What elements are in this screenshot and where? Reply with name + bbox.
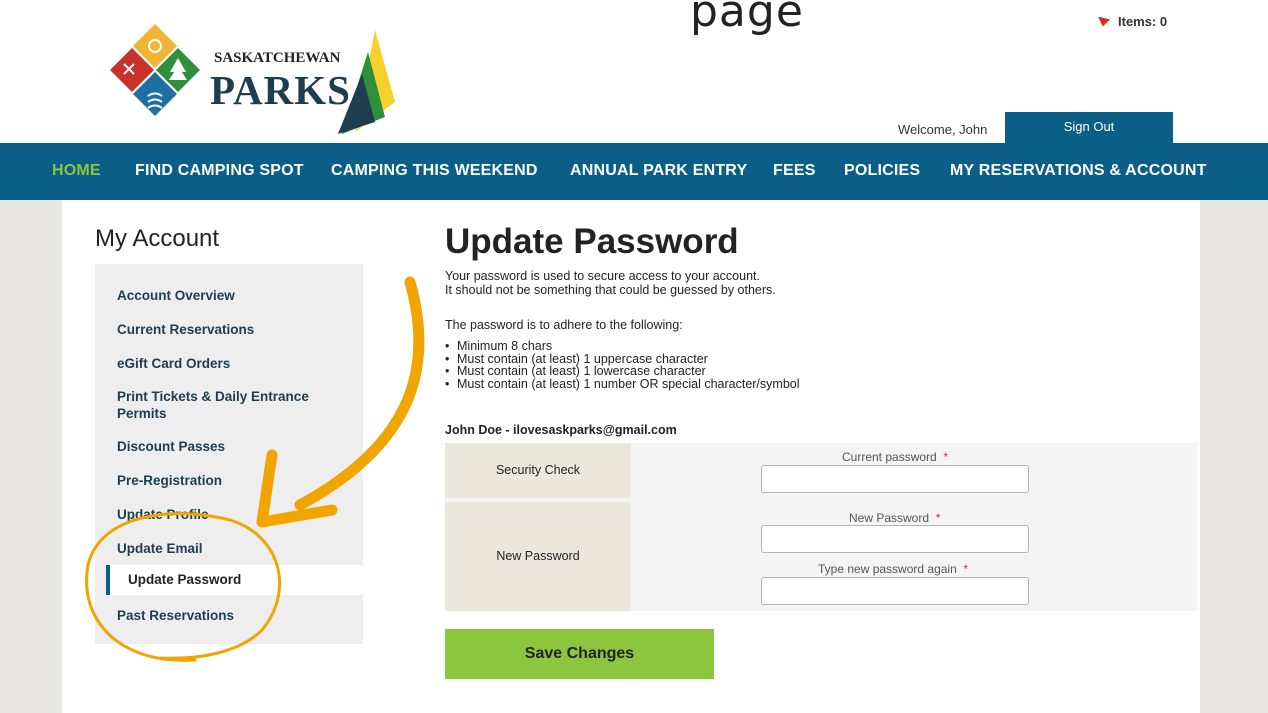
brand-small-text: SASKATCHEWAN xyxy=(214,50,341,66)
sidebar-title: My Account xyxy=(95,225,220,252)
sidebar-item-label: Update Password xyxy=(128,572,242,587)
sidebar-item-current-reservations[interactable]: Current Reservations xyxy=(117,321,347,338)
site-header: page Items: 0 SASKATCHEWAN PARKS Welcome… xyxy=(0,0,1268,144)
sidebar-item-update-password[interactable]: Update Password xyxy=(106,565,364,595)
new-password-input[interactable] xyxy=(761,525,1029,553)
nav-my-reservations-account[interactable]: MY RESERVATIONS & ACCOUNT xyxy=(950,162,1207,180)
sign-out-button[interactable]: Sign Out xyxy=(1005,112,1173,144)
brand-big-text: PARKS xyxy=(210,67,351,113)
nav-annual-park-entry[interactable]: ANNUAL PARK ENTRY xyxy=(570,162,747,180)
list-item: Must contain (at least) 1 lowercase char… xyxy=(445,365,800,378)
intro-line-1: Your password is used to secure access t… xyxy=(445,269,760,283)
intro-line-2: It should not be something that could be… xyxy=(445,283,776,297)
nav-home[interactable]: HOME xyxy=(52,162,101,180)
new-password-label: New Password * xyxy=(849,511,941,525)
confirm-password-input[interactable] xyxy=(761,577,1029,605)
rules-intro: The password is to adhere to the followi… xyxy=(445,318,683,332)
current-password-label: Current password * xyxy=(842,450,949,464)
sidebar-item-discount-passes[interactable]: Discount Passes xyxy=(117,438,347,455)
caption-fragment: page xyxy=(690,0,804,37)
current-password-input[interactable] xyxy=(761,465,1029,493)
sidebar-item-egift-card-orders[interactable]: eGift Card Orders xyxy=(117,355,347,372)
sidebar-item-print-tickets[interactable]: Print Tickets & Daily Entrance Permits xyxy=(117,388,347,422)
welcome-message: Welcome, John xyxy=(898,122,988,137)
nav-policies[interactable]: POLICIES xyxy=(844,162,920,180)
list-item: Must contain (at least) 1 number OR spec… xyxy=(445,377,800,391)
confirm-password-label: Type new password again * xyxy=(818,562,969,576)
cart-flag-icon xyxy=(1098,16,1110,27)
nav-camping-this-weekend[interactable]: CAMPING THIS WEEKEND xyxy=(331,162,538,180)
sidebar-item-past-reservations[interactable]: Past Reservations xyxy=(117,607,347,624)
new-password-section-label: New Password xyxy=(445,502,631,611)
security-check-label: Security Check xyxy=(445,443,631,498)
sidebar-item-update-profile[interactable]: Update Profile xyxy=(117,506,347,523)
sidebar-item-pre-registration[interactable]: Pre-Registration xyxy=(117,472,347,489)
list-item: Minimum 8 chars xyxy=(445,340,800,353)
sidebar-item-account-overview[interactable]: Account Overview xyxy=(117,287,347,304)
cart-link[interactable]: Items: 0 xyxy=(1098,14,1167,29)
nav-fees[interactable]: FEES xyxy=(773,162,816,180)
user-identity: John Doe - ilovesaskparks@gmail.com xyxy=(445,423,677,437)
main-nav: HOME FIND CAMPING SPOT CAMPING THIS WEEK… xyxy=(0,143,1268,200)
password-rules-list: Minimum 8 chars Must contain (at least) … xyxy=(445,340,800,390)
nav-find-camping-spot[interactable]: FIND CAMPING SPOT xyxy=(135,162,304,180)
sidebar-item-update-email[interactable]: Update Email xyxy=(117,540,347,557)
page-title: Update Password xyxy=(445,222,739,261)
cart-label: Items: 0 xyxy=(1118,14,1168,29)
save-changes-button[interactable]: Save Changes xyxy=(445,629,714,679)
